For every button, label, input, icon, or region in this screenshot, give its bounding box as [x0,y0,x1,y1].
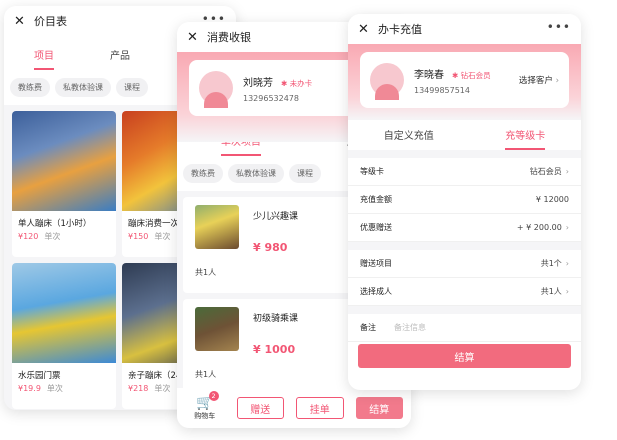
tab-products[interactable]: 产品 [110,47,130,70]
item-count: 共1人 [195,370,217,379]
close-icon[interactable]: ✕ [187,30,203,45]
row-level-card[interactable]: 等级卡 钻石会员 › [348,158,581,186]
hold-order-button[interactable]: 挂单 [296,397,344,419]
more-icon[interactable]: ••• [547,20,571,34]
product-card[interactable]: 单人蹦床（1小时） ¥120 单次 [12,111,116,257]
select-customer-link[interactable]: 选择客户 › [519,74,559,86]
close-icon[interactable]: ✕ [358,22,374,37]
chip-trial-class[interactable]: 私教体验课 [55,78,111,97]
action-bar: 🛒 2 购物车 赠送 挂单 结算 [177,388,411,428]
panel-title: 消费收银 [207,31,251,44]
product-image [12,263,116,363]
tab-custom-recharge[interactable]: 自定义充值 [384,127,434,150]
customer-name: 李晓春 [414,69,444,81]
item-price: ¥ 1000 [253,343,296,356]
panel-title: 价目表 [34,15,67,28]
customer-phone: 13499857514 [414,85,470,95]
product-card[interactable]: 水乐园门票 ¥19.9 单次 [12,263,116,409]
avatar [199,71,233,108]
chip-course[interactable]: 课程 [289,164,321,183]
member-badge: ✱ 未办卡 [281,78,313,88]
customer-card[interactable]: 李晓春 ✱ 钻石会员 13499857514 选择客户 › [360,52,569,108]
remarks-input[interactable]: 备注信息 [394,322,426,333]
tab-items[interactable]: 项目 [34,47,54,70]
row-gift-items[interactable]: 赠送项目 共1个 › [348,250,581,278]
tab-bar: 自定义充值 充等级卡 [348,120,581,150]
form-rows: 等级卡 钻石会员 › 充值金额 ¥ 12000 优惠赠送 + ¥ 200.00 › 赠送项… [348,158,581,342]
chip-course[interactable]: 课程 [116,78,148,97]
product-name: 水乐园门票 [18,371,61,381]
item-price: ¥ 980 [253,241,288,254]
chip-coach-fee[interactable]: 教练费 [183,164,223,183]
product-name: 单人蹦床（1小时） [18,219,92,229]
cart-label: 购物车 [194,412,216,420]
product-price: ¥19.9 单次 [18,384,63,393]
chip-trial-class[interactable]: 私教体验课 [228,164,284,183]
chevron-right-icon: › [565,259,569,268]
row-bonus[interactable]: 优惠赠送 + ¥ 200.00 › [348,214,581,242]
row-recharge-amount[interactable]: 充值金额 ¥ 12000 [348,186,581,214]
item-title: 初级骑乘课 [253,314,299,324]
submit-button[interactable]: 结算 [358,344,571,368]
chip-coach-fee[interactable]: 教练费 [10,78,50,97]
cart-count: 2 [208,391,219,401]
avatar [370,63,404,100]
gift-button[interactable]: 赠送 [236,397,285,419]
cart-icon: 🛒 [196,395,214,411]
panel-title: 办卡充值 [378,23,422,36]
member-badge: ✱ 钻石会员 [452,70,491,80]
customer-header: 李晓春 ✱ 钻石会员 13499857514 选择客户 › [348,44,581,120]
card-recharge-panel: ✕ 办卡充值 ••• 李晓春 ✱ 钻石会员 13499857514 选择客户 › … [348,14,581,390]
item-title: 少儿兴趣课 [253,212,299,222]
product-price: ¥120 单次 [18,232,61,241]
tab-level-card[interactable]: 充等级卡 [505,127,546,150]
chevron-right-icon: › [565,223,569,232]
item-count: 共1人 [195,268,217,277]
row-select-adult[interactable]: 选择成人 共1人 › [348,278,581,306]
product-image [12,111,116,211]
checkout-button[interactable]: 结算 [355,397,403,419]
item-image [195,307,239,351]
row-remarks[interactable]: 备注 备注信息 [348,314,581,342]
customer-phone: 13296532478 [243,93,299,103]
chevron-right-icon: › [565,167,569,176]
titlebar: ✕ 办卡充值 ••• [348,14,581,44]
customer-name: 刘晓芳 [243,77,273,89]
close-icon[interactable]: ✕ [14,14,30,29]
chevron-right-icon: › [565,287,569,296]
item-image [195,205,239,249]
cart-button[interactable]: 🛒 2 购物车 [185,391,225,421]
